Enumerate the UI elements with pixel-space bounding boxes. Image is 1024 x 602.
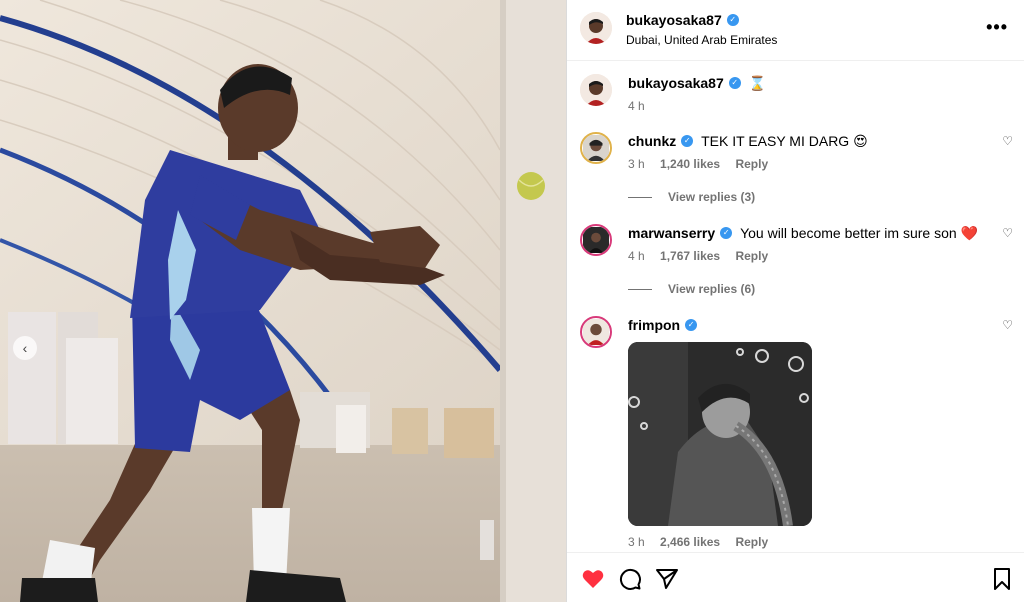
caption-username[interactable]: bukayosaka87 (628, 75, 724, 91)
bookmark-icon[interactable] (990, 567, 1014, 591)
comment-like-heart-icon[interactable]: ♡ (1002, 134, 1013, 148)
verified-badge-icon: ✓ (726, 13, 739, 26)
comment-icon[interactable] (618, 567, 642, 591)
post-photo[interactable]: ‹ (0, 0, 566, 602)
view-replies-label: View replies (6) (668, 282, 756, 296)
comment-gif[interactable] (628, 342, 812, 526)
caption-time[interactable]: 4 h (628, 99, 645, 113)
post-header: bukayosaka87 ✓ Dubai, United Arab Emirate… (567, 0, 1024, 61)
commenter-avatar[interactable] (580, 316, 612, 348)
replies-dash (628, 289, 652, 291)
view-replies-label: View replies (3) (668, 190, 756, 204)
share-icon[interactable] (655, 567, 679, 591)
caption-author-avatar[interactable] (580, 74, 612, 106)
comment-likes[interactable]: 2,466 likes (660, 535, 720, 549)
commenter-avatar[interactable] (580, 132, 612, 164)
verified-badge-icon: ✓ (720, 227, 733, 240)
comment-time[interactable]: 3 h (628, 157, 645, 171)
commenter-avatar[interactable] (580, 224, 612, 256)
comment-text: TEK IT EASY MI DARG 😍 (701, 133, 868, 149)
comment-username[interactable]: frimpon (628, 317, 680, 333)
comment-time[interactable]: 3 h (628, 535, 645, 549)
comment-username[interactable]: marwanserry (628, 225, 715, 241)
comment-like-heart-icon[interactable]: ♡ (1002, 318, 1013, 332)
comment-likes[interactable]: 1,767 likes (660, 249, 720, 263)
heart-icon[interactable] (581, 567, 605, 591)
reply-button[interactable]: Reply (735, 249, 768, 263)
chevron-left-icon: ‹ (22, 340, 28, 356)
verified-badge-icon: ✓ (728, 77, 741, 90)
reply-button[interactable]: Reply (735, 535, 768, 549)
comment-username[interactable]: chunkz (628, 133, 676, 149)
comment-like-heart-icon[interactable]: ♡ (1002, 226, 1013, 240)
more-options-icon[interactable]: ••• (986, 17, 1008, 38)
reply-button[interactable]: Reply (735, 157, 768, 171)
caption-text: ⌛ (748, 75, 767, 91)
comment-time[interactable]: 4 h (628, 249, 645, 263)
comment-item: frimpon ✓ ♡ 3 h 2,466 likes Reply (567, 316, 1024, 552)
author-avatar[interactable] (580, 12, 612, 44)
training-photo (0, 0, 566, 602)
view-replies-button[interactable]: View replies (6) (628, 282, 755, 296)
replies-dash (628, 197, 652, 199)
view-replies-button[interactable]: View replies (3) (628, 190, 755, 204)
post-action-bar (567, 552, 1024, 602)
previous-photo-button[interactable]: ‹ (13, 336, 37, 360)
comment-text: You will become better im sure son ❤️ (740, 225, 978, 241)
post-location[interactable]: Dubai, United Arab Emirates (626, 33, 777, 47)
author-username[interactable]: bukayosaka87 (626, 12, 722, 28)
comment-likes[interactable]: 1,240 likes (660, 157, 720, 171)
post-side-panel: bukayosaka87 ✓ Dubai, United Arab Emirate… (567, 0, 1024, 602)
verified-badge-icon: ✓ (681, 135, 694, 148)
verified-badge-icon: ✓ (685, 319, 698, 332)
